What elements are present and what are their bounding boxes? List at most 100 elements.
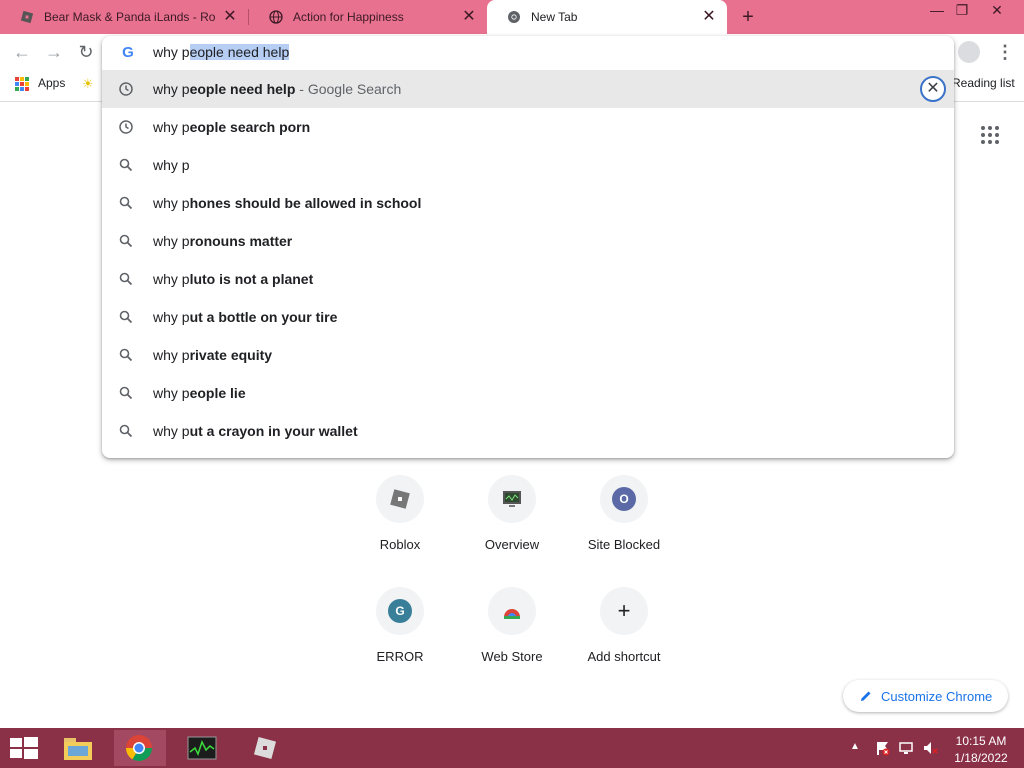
suggestion-text: why put a bottle on your tire — [153, 309, 337, 325]
suggestion-row[interactable]: why people lie — [102, 374, 954, 412]
action-center-flag-icon[interactable] — [874, 740, 890, 756]
reload-icon[interactable]: ↻ — [74, 40, 98, 64]
roblox-icon — [390, 489, 410, 509]
suggestion-suffix: - Google Search — [295, 81, 402, 97]
suggestion-text: why people lie — [153, 385, 246, 401]
taskbar-roblox[interactable] — [240, 730, 292, 766]
suggestion-prefix: why p — [153, 119, 190, 135]
search-icon — [119, 348, 133, 362]
close-window-button[interactable]: ✕ — [980, 0, 1014, 22]
menu-dots-icon[interactable]: ⋮ — [996, 42, 1014, 62]
suggestion-completion: luto is not a planet — [189, 271, 314, 287]
suggestion-row[interactable]: why pluto is not a planet — [102, 260, 954, 298]
volume-muted-icon[interactable] — [922, 740, 938, 756]
tab-title: New Tab — [531, 10, 578, 24]
windows-logo-icon — [10, 737, 38, 759]
shortcut-label: Site Blocked — [587, 537, 661, 552]
suggestion-row[interactable]: why phones should be allowed in school — [102, 184, 954, 222]
suggestion-completion: ronouns matter — [189, 233, 293, 249]
apps-grid-icon[interactable] — [15, 77, 29, 91]
shortcut-icon-circle — [488, 475, 536, 523]
suggestion-row[interactable]: why put a bottle on your tire — [102, 298, 954, 336]
profile-avatar-icon[interactable] — [958, 41, 980, 63]
customize-chrome-button[interactable]: Customize Chrome — [843, 680, 1008, 712]
shortcut-label: Add shortcut — [587, 649, 661, 664]
shortcut-add[interactable]: + Add shortcut — [568, 587, 680, 699]
folder-icon — [64, 738, 92, 760]
search-icon — [119, 158, 133, 172]
search-icon — [119, 310, 133, 324]
taskbar-chrome[interactable] — [114, 730, 166, 766]
suggestion-prefix: why p — [153, 347, 190, 363]
windows-start-button[interactable] — [0, 728, 48, 768]
suggestion-text: why people search porn — [153, 119, 310, 135]
taskbar-file-explorer[interactable] — [52, 730, 104, 766]
omnibox-input[interactable]: G why people need help — [102, 36, 954, 70]
clock-date[interactable]: 1/18/2022 — [950, 751, 1012, 765]
suggestion-prefix: why p — [153, 157, 190, 173]
shortcut-site-blocked[interactable]: O Site Blocked — [568, 475, 680, 587]
shortcut-web-store[interactable]: Web Store — [456, 587, 568, 699]
tab-bear-mask[interactable]: Bear Mask & Panda iLands - Robl ✕ — [0, 0, 248, 34]
omnibox-dropdown: G why people need help why people need h… — [102, 36, 954, 458]
tab-new-tab[interactable]: New Tab ✕ — [487, 0, 727, 34]
suggestion-completion: ut a bottle on your tire — [189, 309, 338, 325]
suggestion-text: why private equity — [153, 347, 272, 363]
clock-time[interactable]: 10:15 AM — [950, 734, 1012, 748]
suggestion-completion: eople lie — [189, 385, 246, 401]
typed-text: why p — [153, 44, 190, 60]
tab-title: Action for Happiness — [293, 10, 404, 24]
close-tab-icon[interactable]: ✕ — [461, 9, 477, 25]
suggestion-text: why p — [153, 157, 190, 173]
omnibox-text[interactable]: why people need help — [153, 44, 290, 60]
shortcut-icon-circle: G — [376, 587, 424, 635]
chrome-icon — [125, 735, 153, 762]
restore-button[interactable]: ❐ — [945, 0, 979, 22]
letter-o-icon: O — [612, 487, 636, 511]
browser-window: Bear Mask & Panda iLands - Robl ✕ Action… — [0, 0, 1024, 768]
new-tab-plus-icon[interactable]: + — [736, 5, 760, 29]
suggestion-completion: ut a crayon in your wallet — [189, 423, 358, 439]
customize-label: Customize Chrome — [881, 688, 993, 704]
suggestion-row[interactable]: why private equity — [102, 336, 954, 374]
shortcut-icon-circle: + — [600, 587, 648, 635]
close-tab-icon[interactable]: ✕ — [701, 9, 717, 25]
suggestion-prefix: why p — [153, 271, 190, 287]
roblox-icon — [253, 736, 277, 760]
google-apps-icon[interactable] — [981, 126, 999, 144]
shortcut-overview[interactable]: Overview — [456, 475, 568, 587]
shortcut-roblox[interactable]: Roblox — [344, 475, 456, 587]
suggestion-row[interactable]: why put a crayon in your wallet — [102, 412, 954, 450]
close-tab-icon[interactable]: ✕ — [222, 9, 238, 25]
suggestion-row[interactable]: why people search porn — [102, 108, 954, 146]
search-icon — [119, 234, 133, 248]
suggestion-completion: hones should be allowed in school — [189, 195, 422, 211]
suggestion-row[interactable]: why people need help - Google Search ✕ — [102, 70, 954, 108]
apps-bookmark[interactable]: Apps — [38, 76, 65, 90]
tray-overflow-arrow-icon[interactable]: ▲ — [850, 741, 860, 752]
bookmark-sun-icon[interactable]: ☀ — [82, 76, 94, 92]
shortcut-label: ERROR — [376, 649, 424, 664]
roblox-icon — [20, 10, 34, 24]
remove-suggestion-button[interactable]: ✕ — [920, 76, 946, 102]
shortcut-label: Roblox — [379, 537, 421, 552]
network-icon[interactable] — [898, 740, 914, 756]
suggestion-prefix: why p — [153, 195, 190, 211]
pencil-icon — [861, 691, 871, 701]
reading-list-button[interactable]: Reading list — [952, 76, 1015, 90]
suggestion-row[interactable]: why pronouns matter — [102, 222, 954, 260]
forward-arrow-icon[interactable]: → — [42, 40, 66, 64]
suggestion-completion: rivate equity — [189, 347, 273, 363]
suggestion-text: why pronouns matter — [153, 233, 292, 249]
search-icon — [119, 424, 133, 438]
plus-icon: + — [617, 598, 631, 623]
tab-action-for-happiness[interactable]: Action for Happiness ✕ — [249, 0, 487, 34]
taskbar-task-manager[interactable] — [176, 730, 228, 766]
suggestion-prefix: why p — [153, 309, 190, 325]
suggestion-completion: eople need help — [189, 81, 296, 97]
back-arrow-icon[interactable]: ← — [10, 40, 34, 64]
google-g-icon: G — [122, 44, 134, 61]
suggestion-completion: eople search porn — [189, 119, 311, 135]
shortcut-error[interactable]: G ERROR — [344, 587, 456, 699]
suggestion-row[interactable]: why p — [102, 146, 954, 184]
